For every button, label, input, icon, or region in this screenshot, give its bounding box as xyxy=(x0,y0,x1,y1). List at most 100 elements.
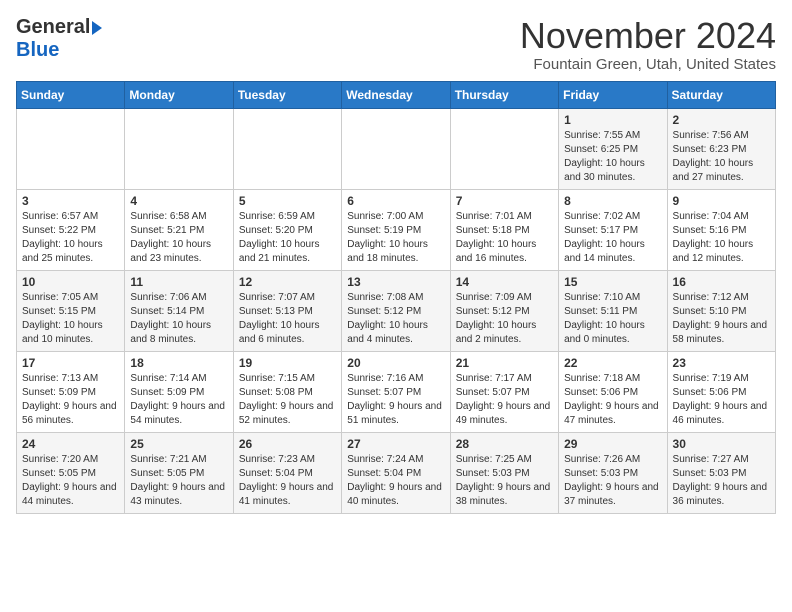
day-info: Sunrise: 7:14 AM Sunset: 5:09 PM Dayligh… xyxy=(130,372,227,428)
calendar-cell: 10Sunrise: 7:05 AM Sunset: 5:15 PM Dayli… xyxy=(17,270,125,351)
day-number: 7 xyxy=(456,194,553,208)
calendar-cell: 2 Sunrise: 7:56 AM Sunset: 6:23 PM Daylig… xyxy=(667,108,775,189)
day-info: Sunrise: 7:01 AM Sunset: 5:18 PM Dayligh… xyxy=(456,210,553,266)
calendar-week-row: 1Sunrise: 7:55 AM Sunset: 6:25 PM Daylig… xyxy=(17,108,776,189)
calendar-cell: 19Sunrise: 7:15 AM Sunset: 5:08 PM Dayli… xyxy=(233,351,341,432)
day-info: Sunrise: 7:56 AM Sunset: 6:23 PM Dayligh… xyxy=(673,129,770,185)
calendar-cell: 24 Sunrise: 7:20 AM Sunset: 5:05 PM Dayli… xyxy=(17,432,125,513)
day-info: Sunrise: 6:58 AM Sunset: 5:21 PM Dayligh… xyxy=(130,210,227,266)
day-info: Sunrise: 7:23 AM Sunset: 5:04 PM Dayligh… xyxy=(239,453,336,509)
day-info: Sunrise: 7:04 AM Sunset: 5:16 PM Dayligh… xyxy=(673,210,770,266)
calendar-table: SundayMondayTuesdayWednesdayThursdayFrid… xyxy=(16,81,776,514)
day-info: Sunrise: 7:06 AM Sunset: 5:14 PM Dayligh… xyxy=(130,291,227,347)
logo-blue: Blue xyxy=(16,39,59,61)
day-info: Sunrise: 6:59 AM Sunset: 5:20 PM Dayligh… xyxy=(239,210,336,266)
calendar-cell: 17 Sunrise: 7:13 AM Sunset: 5:09 PM Dayli… xyxy=(17,351,125,432)
day-info: Sunrise: 7:17 AM Sunset: 5:07 PM Dayligh… xyxy=(456,372,553,428)
day-info: Sunrise: 7:25 AM Sunset: 5:03 PM Dayligh… xyxy=(456,453,553,509)
day-number: 14 xyxy=(456,275,553,289)
calendar-cell: 3 Sunrise: 6:57 AM Sunset: 5:22 PM Daylig… xyxy=(17,189,125,270)
calendar-cell xyxy=(342,108,450,189)
day-info: Sunrise: 7:55 AM Sunset: 6:25 PM Dayligh… xyxy=(564,129,661,185)
day-info: Sunrise: 7:27 AM Sunset: 5:03 PM Dayligh… xyxy=(673,453,770,509)
calendar-cell: 27Sunrise: 7:24 AM Sunset: 5:04 PM Dayli… xyxy=(342,432,450,513)
calendar-cell: 20 Sunrise: 7:16 AM Sunset: 5:07 PM Dayli… xyxy=(342,351,450,432)
day-number: 25 xyxy=(130,437,227,451)
calendar-cell: 11 Sunrise: 7:06 AM Sunset: 5:14 PM Dayli… xyxy=(125,270,233,351)
calendar-cell: 1Sunrise: 7:55 AM Sunset: 6:25 PM Daylig… xyxy=(559,108,667,189)
day-info: Sunrise: 7:18 AM Sunset: 5:06 PM Dayligh… xyxy=(564,372,661,428)
calendar-cell: 21 Sunrise: 7:17 AM Sunset: 5:07 PM Dayli… xyxy=(450,351,558,432)
calendar-cell: 23 Sunrise: 7:19 AM Sunset: 5:06 PM Dayli… xyxy=(667,351,775,432)
day-info: Sunrise: 7:12 AM Sunset: 5:10 PM Dayligh… xyxy=(673,291,770,347)
month-title: November 2024 xyxy=(520,16,776,56)
day-number: 26 xyxy=(239,437,336,451)
calendar-cell xyxy=(450,108,558,189)
day-number: 28 xyxy=(456,437,553,451)
day-number: 17 xyxy=(22,356,119,370)
day-number: 18 xyxy=(130,356,227,370)
calendar-cell: 28 Sunrise: 7:25 AM Sunset: 5:03 PM Dayli… xyxy=(450,432,558,513)
calendar-header-sunday: Sunday xyxy=(17,81,125,108)
calendar-header-saturday: Saturday xyxy=(667,81,775,108)
location-title: Fountain Green, Utah, United States xyxy=(520,56,776,73)
calendar-cell: 30 Sunrise: 7:27 AM Sunset: 5:03 PM Dayli… xyxy=(667,432,775,513)
day-info: Sunrise: 7:20 AM Sunset: 5:05 PM Dayligh… xyxy=(22,453,119,509)
day-number: 13 xyxy=(347,275,444,289)
day-number: 16 xyxy=(673,275,770,289)
day-info: Sunrise: 7:13 AM Sunset: 5:09 PM Dayligh… xyxy=(22,372,119,428)
day-info: Sunrise: 7:16 AM Sunset: 5:07 PM Dayligh… xyxy=(347,372,444,428)
day-number: 2 xyxy=(673,113,770,127)
day-info: Sunrise: 6:57 AM Sunset: 5:22 PM Dayligh… xyxy=(22,210,119,266)
day-number: 23 xyxy=(673,356,770,370)
calendar-cell: 16 Sunrise: 7:12 AM Sunset: 5:10 PM Dayli… xyxy=(667,270,775,351)
day-info: Sunrise: 7:00 AM Sunset: 5:19 PM Dayligh… xyxy=(347,210,444,266)
calendar-cell: 26 Sunrise: 7:23 AM Sunset: 5:04 PM Dayli… xyxy=(233,432,341,513)
day-number: 21 xyxy=(456,356,553,370)
calendar-header-monday: Monday xyxy=(125,81,233,108)
day-number: 27 xyxy=(347,437,444,451)
calendar-cell: 25 Sunrise: 7:21 AM Sunset: 5:05 PM Dayli… xyxy=(125,432,233,513)
day-info: Sunrise: 7:26 AM Sunset: 5:03 PM Dayligh… xyxy=(564,453,661,509)
calendar-cell: 18 Sunrise: 7:14 AM Sunset: 5:09 PM Dayli… xyxy=(125,351,233,432)
day-number: 11 xyxy=(130,275,227,289)
calendar-cell: 6 Sunrise: 7:00 AM Sunset: 5:19 PM Daylig… xyxy=(342,189,450,270)
day-info: Sunrise: 7:15 AM Sunset: 5:08 PM Dayligh… xyxy=(239,372,336,428)
day-info: Sunrise: 7:07 AM Sunset: 5:13 PM Dayligh… xyxy=(239,291,336,347)
calendar-header-thursday: Thursday xyxy=(450,81,558,108)
logo-arrow-icon xyxy=(92,21,102,35)
calendar-cell: 13 Sunrise: 7:08 AM Sunset: 5:12 PM Dayli… xyxy=(342,270,450,351)
calendar-cell xyxy=(125,108,233,189)
calendar-cell: 12 Sunrise: 7:07 AM Sunset: 5:13 PM Dayli… xyxy=(233,270,341,351)
day-info: Sunrise: 7:08 AM Sunset: 5:12 PM Dayligh… xyxy=(347,291,444,347)
day-number: 9 xyxy=(673,194,770,208)
calendar-header-row: SundayMondayTuesdayWednesdayThursdayFrid… xyxy=(17,81,776,108)
calendar-week-row: 10Sunrise: 7:05 AM Sunset: 5:15 PM Dayli… xyxy=(17,270,776,351)
day-info: Sunrise: 7:02 AM Sunset: 5:17 PM Dayligh… xyxy=(564,210,661,266)
day-info: Sunrise: 7:21 AM Sunset: 5:05 PM Dayligh… xyxy=(130,453,227,509)
day-info: Sunrise: 7:05 AM Sunset: 5:15 PM Dayligh… xyxy=(22,291,119,347)
day-number: 24 xyxy=(22,437,119,451)
calendar-cell: 29 Sunrise: 7:26 AM Sunset: 5:03 PM Dayli… xyxy=(559,432,667,513)
day-number: 6 xyxy=(347,194,444,208)
calendar-cell xyxy=(17,108,125,189)
calendar-cell: 15Sunrise: 7:10 AM Sunset: 5:11 PM Dayli… xyxy=(559,270,667,351)
calendar-cell: 7 Sunrise: 7:01 AM Sunset: 5:18 PM Daylig… xyxy=(450,189,558,270)
day-number: 20 xyxy=(347,356,444,370)
calendar-header-friday: Friday xyxy=(559,81,667,108)
day-info: Sunrise: 7:19 AM Sunset: 5:06 PM Dayligh… xyxy=(673,372,770,428)
calendar-week-row: 3 Sunrise: 6:57 AM Sunset: 5:22 PM Daylig… xyxy=(17,189,776,270)
day-number: 12 xyxy=(239,275,336,289)
day-number: 4 xyxy=(130,194,227,208)
day-number: 3 xyxy=(22,194,119,208)
calendar-cell: 22Sunrise: 7:18 AM Sunset: 5:06 PM Dayli… xyxy=(559,351,667,432)
day-number: 8 xyxy=(564,194,661,208)
calendar-cell: 14Sunrise: 7:09 AM Sunset: 5:12 PM Dayli… xyxy=(450,270,558,351)
day-number: 29 xyxy=(564,437,661,451)
calendar-header-tuesday: Tuesday xyxy=(233,81,341,108)
day-number: 5 xyxy=(239,194,336,208)
day-number: 30 xyxy=(673,437,770,451)
logo: General Blue xyxy=(16,16,102,62)
calendar-header-wednesday: Wednesday xyxy=(342,81,450,108)
title-section: November 2024 Fountain Green, Utah, Unit… xyxy=(520,16,776,73)
